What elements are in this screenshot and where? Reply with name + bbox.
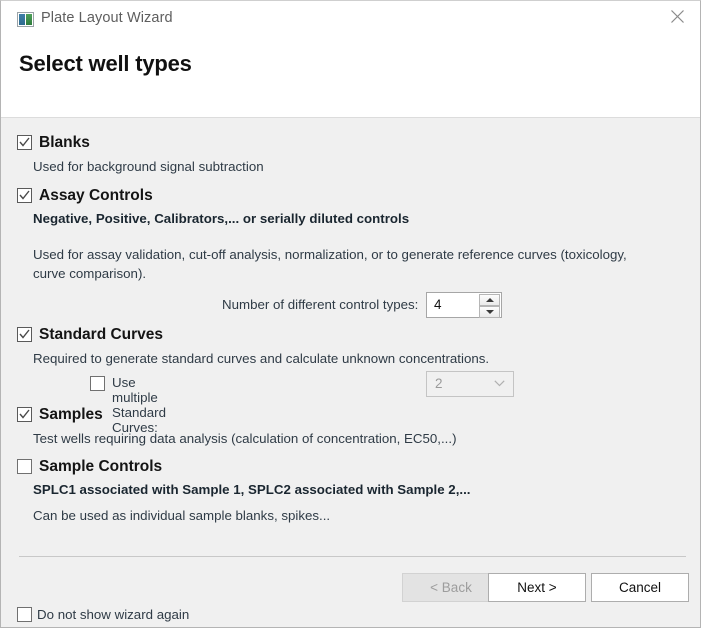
- control-types-value[interactable]: 4: [434, 297, 442, 312]
- group-description-samples: Test wells requiring data analysis (calc…: [33, 431, 457, 446]
- dialog-header: Plate Layout Wizard Select well types: [1, 1, 700, 118]
- chevron-down-icon: [485, 310, 494, 314]
- group-label-samples: Samples: [39, 406, 103, 423]
- group-description-sample-controls: Can be used as individual sample blanks,…: [33, 508, 331, 523]
- checkbox-use-multiple-standard-curves[interactable]: [90, 376, 105, 391]
- multiple-standard-curves-label: Use multiple Standard Curves:: [112, 375, 166, 435]
- control-types-spinner[interactable]: 4: [426, 292, 502, 318]
- checkbox-do-not-show-wizard[interactable]: [17, 607, 32, 622]
- group-description-blanks: Used for background signal subtraction: [33, 159, 264, 174]
- check-icon: [19, 137, 30, 147]
- standard-curves-count-value: 2: [435, 376, 443, 391]
- check-icon: [19, 329, 30, 339]
- footer-separator: [19, 556, 686, 557]
- group-label-blanks: Blanks: [39, 134, 90, 151]
- group-subtitle-assay-controls: Negative, Positive, Calibrators,... or s…: [33, 211, 410, 226]
- next-button[interactable]: Next >: [488, 573, 586, 602]
- check-icon: [19, 190, 30, 200]
- checkbox-sample-controls[interactable]: [17, 459, 32, 474]
- spinner-down-button[interactable]: [479, 306, 500, 318]
- close-button[interactable]: [654, 1, 700, 32]
- checkbox-standard-curves[interactable]: [17, 327, 32, 342]
- page-title: Select well types: [19, 51, 192, 76]
- check-icon: [19, 409, 30, 419]
- checkbox-samples[interactable]: [17, 407, 32, 422]
- control-types-label: Number of different control types:: [222, 297, 419, 312]
- group-label-assay-controls: Assay Controls: [39, 187, 153, 204]
- dialog-body: Blanks Used for background signal subtra…: [1, 119, 700, 627]
- plate-app-icon: [17, 12, 34, 27]
- checkbox-assay-controls[interactable]: [17, 188, 32, 203]
- cancel-button[interactable]: Cancel: [591, 573, 689, 602]
- checkbox-blanks[interactable]: [17, 135, 32, 150]
- group-subtitle-sample-controls: SPLC1 associated with Sample 1, SPLC2 as…: [33, 482, 471, 497]
- plate-layout-wizard-dialog: Plate Layout Wizard Select well types Bl…: [0, 0, 701, 628]
- chevron-up-icon: [485, 298, 494, 302]
- group-description-assay-controls: Used for assay validation, cut-off analy…: [33, 247, 627, 281]
- back-button[interactable]: < Back: [402, 573, 500, 602]
- standard-curves-count-select[interactable]: 2: [426, 371, 514, 397]
- spinner-up-button[interactable]: [479, 294, 500, 306]
- do-not-show-wizard-label: Do not show wizard again: [37, 607, 190, 622]
- title-bar[interactable]: Plate Layout Wizard: [1, 1, 700, 35]
- group-description-standard-curves: Required to generate standard curves and…: [33, 351, 490, 366]
- chevron-down-icon: [494, 380, 505, 387]
- group-label-sample-controls: Sample Controls: [39, 458, 163, 475]
- group-label-standard-curves: Standard Curves: [39, 326, 164, 343]
- close-icon: [670, 10, 684, 23]
- window-title: Plate Layout Wizard: [41, 10, 173, 26]
